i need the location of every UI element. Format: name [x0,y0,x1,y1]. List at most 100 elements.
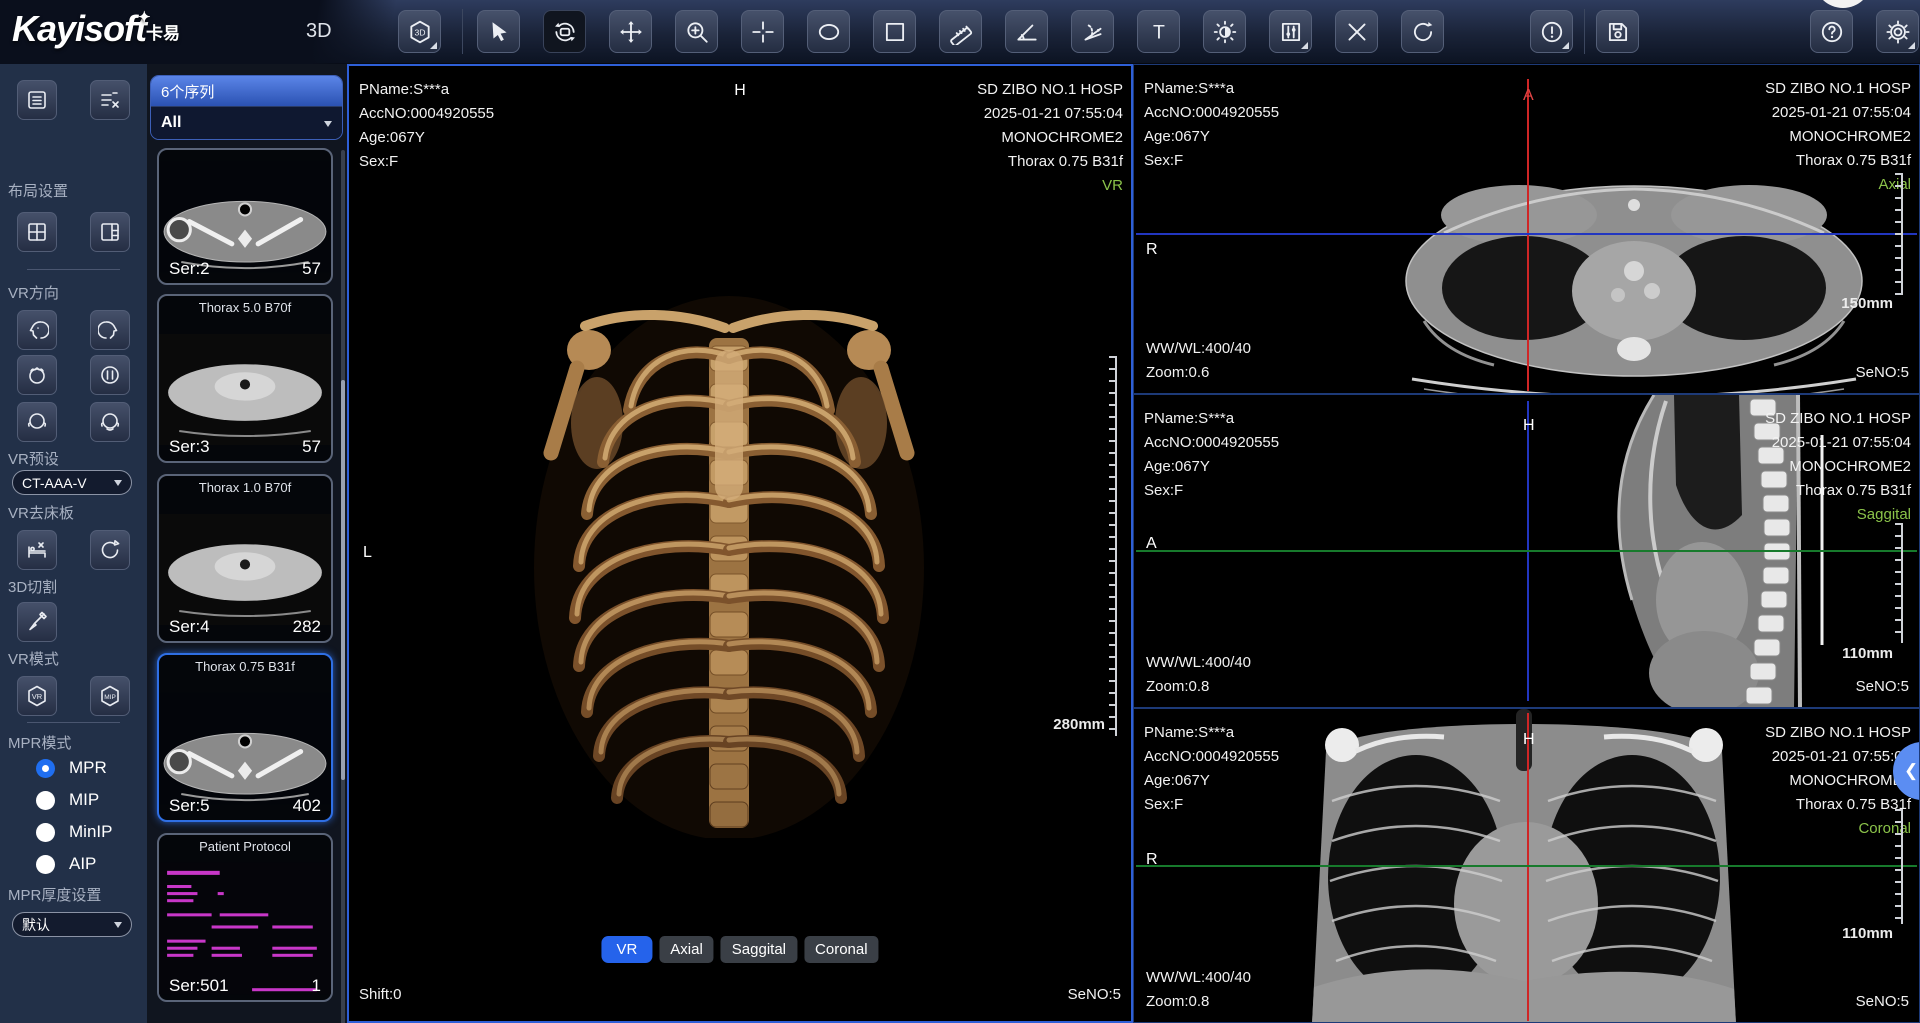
tool-ruler-button[interactable] [939,10,982,53]
vr-preset-select[interactable]: CT-AAA-V [12,470,132,495]
bed-reset-button[interactable] [90,530,130,570]
remove-bed-button[interactable] [17,530,57,570]
tool-cobb-angle-button[interactable] [1071,10,1114,53]
window-level-value: WW/WL:400/40 [1146,651,1251,675]
tool-zoom-button[interactable] [675,10,718,53]
series-description: Thorax 0.75 B31f [1765,479,1911,503]
vr-preset-value: CT-AAA-V [22,475,87,491]
series-scrollbar[interactable] [341,150,345,1023]
vr-head-top-button[interactable] [17,355,57,395]
patient-name: PName:S***a [1144,407,1279,431]
orientation-marker-top: H [1523,417,1535,435]
mpr-option-mip[interactable]: MIP [36,790,99,810]
tool-delete-button[interactable] [1335,10,1378,53]
vr-head-left-button[interactable] [17,310,57,350]
patient-sex: Sex:F [1144,793,1279,817]
patient-sex: Sex:F [1144,479,1279,503]
crosshair-vertical-red[interactable] [1527,713,1529,1021]
tool-rotate-3d-button[interactable] [543,10,586,53]
vr-head-back-button[interactable] [17,402,57,442]
hospital-name: SD ZIBO NO.1 HOSP [1765,721,1911,745]
crosshair-horizontal-green[interactable] [1136,865,1917,867]
crosshair-vertical-red[interactable] [1527,79,1529,391]
vr-viewport[interactable]: PName:S***a AccNO:0004920555 Age:067Y Se… [347,64,1133,1023]
scale-ruler [1895,809,1903,924]
tool-pointer-button[interactable] [477,10,520,53]
chevron-down-icon [324,121,332,131]
study-datetime: 2025-01-21 07:55:04 [1765,431,1911,455]
series-thumbnail-ser4[interactable]: Thorax 1.0 B70f Ser:4 282 [157,474,333,643]
crosshair-horizontal-blue[interactable] [1136,233,1917,235]
scrollbar-thumb[interactable] [341,380,345,780]
hospital-name: SD ZIBO NO.1 HOSP [1765,77,1911,101]
accession-number: AccNO:0004920555 [1144,745,1279,769]
mpr-option-aip[interactable]: AIP [36,854,96,874]
view-button-vr[interactable]: VR [601,936,652,963]
series-thumbnail-ser501[interactable]: Patient Protocol Ser:501 1 [157,833,333,1002]
chevron-left-icon: ❮ [1904,761,1918,781]
help-button[interactable] [1810,10,1853,53]
tool-angle-button[interactable] [1005,10,1048,53]
vr-head-right-button[interactable] [90,310,130,350]
tool-window-level-button[interactable] [1269,10,1312,53]
orientation-marker-left: A [1146,535,1157,553]
vr-head-bottom-button[interactable] [90,355,130,395]
layout-settings-label: 布局设置 [8,180,68,201]
series-list-toggle-button[interactable] [17,80,57,120]
patient-name: PName:S***a [1144,721,1279,745]
tool-3d-view-button[interactable]: 3D [398,10,441,53]
tool-alert-button[interactable] [1530,10,1573,53]
mip-render-mode-button[interactable]: MIP [90,676,130,716]
axial-viewport[interactable]: PName:S***a AccNO:0004920555 Age:067Y Se… [1133,64,1920,394]
tool-save-button[interactable] [1596,10,1639,53]
chevron-down-icon [114,480,122,490]
scale-label: 110mm [1842,645,1893,662]
scale-label: 110mm [1842,925,1893,942]
tool-crosshair-button[interactable] [741,10,784,53]
view-switch-buttons: VR Axial Saggital Coronal [601,936,878,963]
scalpel-cut-button[interactable] [17,602,57,642]
series-filter-select[interactable]: All [151,106,342,139]
patient-name: PName:S***a [359,78,494,102]
tool-text-button[interactable]: T [1137,10,1180,53]
user-avatar[interactable] [1814,0,1872,8]
vr-mode-label: VR模式 [8,648,59,669]
zoom-value: Zoom:0.8 [1146,675,1209,699]
vr-head-front-button[interactable] [90,402,130,442]
settings-button[interactable] [1876,10,1919,53]
crosshair-horizontal-green[interactable] [1136,550,1917,552]
photometric: MONOCHROME2 [977,126,1123,150]
scale-label: 280mm [1053,716,1105,733]
radio-icon [36,791,55,810]
series-thumbnail-ser2[interactable]: Ser:2 57 [157,148,333,285]
dicom-viewer-app: Kayisoft卡易 ✦ 3D 3D [0,0,1920,1023]
view-type-label: VR [977,174,1123,198]
patient-age: Age:067Y [1144,769,1279,793]
patient-info-overlay: PName:S***a AccNO:0004920555 Age:067Y Se… [359,78,494,174]
accession-number: AccNO:0004920555 [359,102,494,126]
saggital-viewport[interactable]: PName:S***a AccNO:0004920555 Age:067Y Se… [1133,394,1920,708]
view-button-axial[interactable]: Axial [659,936,714,963]
vr-render-mode-button[interactable]: VR [17,676,57,716]
tool-reset-button[interactable] [1401,10,1444,53]
series-thumbnail-ser3[interactable]: Thorax 5.0 B70f Ser:3 57 [157,294,333,463]
scale-ruler [1895,173,1903,295]
view-button-coronal[interactable]: Coronal [804,936,879,963]
tool-rectangle-button[interactable] [873,10,916,53]
tool-ellipse-button[interactable] [807,10,850,53]
series-no-value: SeNO:5 [1856,675,1909,699]
series-thumbnail-ser5-selected[interactable]: Thorax 0.75 B31f Ser:5 402 [157,653,333,822]
series-title: Patient Protocol [159,835,331,857]
layout-grid-button[interactable] [17,212,57,252]
layout-main-right-button[interactable] [90,212,130,252]
tool-pan-button[interactable] [609,10,652,53]
vr-bed-label: VR去床板 [8,502,74,523]
mpr-option-minip[interactable]: MinIP [36,822,112,842]
mpr-thickness-select[interactable]: 默认 [12,912,132,937]
coronal-viewport[interactable]: PName:S***a AccNO:0004920555 Age:067Y Se… [1133,708,1920,1023]
view-button-saggital[interactable]: Saggital [721,936,797,963]
patient-age: Age:067Y [1144,125,1279,149]
mpr-option-mpr[interactable]: MPR [36,758,107,778]
tool-brightness-button[interactable] [1203,10,1246,53]
close-layout-button[interactable] [90,80,130,120]
